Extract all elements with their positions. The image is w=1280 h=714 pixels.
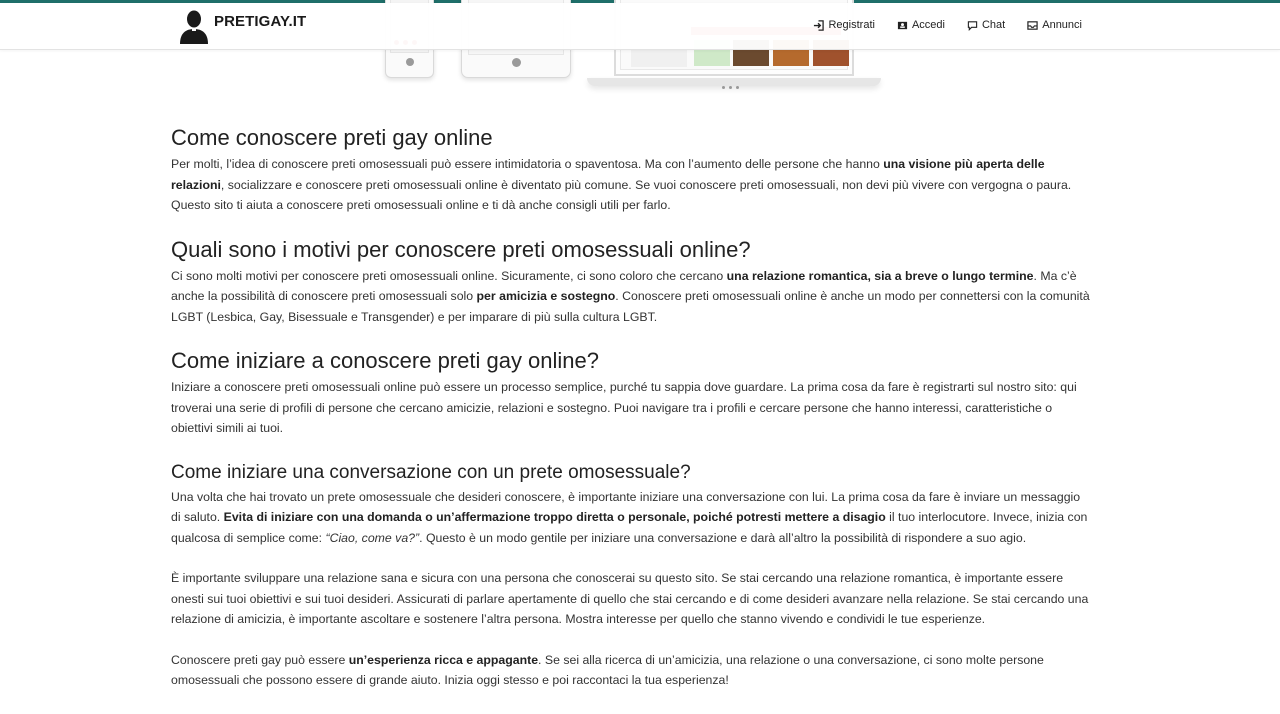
carousel-dots [722,86,739,89]
article-content: Come conoscere preti gay online Per molt… [171,124,1091,691]
nav-accedi[interactable]: Accedi [897,19,945,31]
inbox-icon [1027,20,1038,30]
priest-silhouette-icon [180,10,208,44]
nav-label: Chat [981,19,1006,31]
site-header: PRETIGAY.IT Registrati Accedi Chat Annun… [0,3,1280,50]
paragraph: Una volta che hai trovato un prete omose… [171,489,1088,545]
nav-label: Annunci [1042,19,1082,31]
nav-chat[interactable]: Chat [967,19,1005,31]
paragraph: Per molti, l’idea di conoscere preti omo… [171,157,1072,212]
paragraph: Conoscere preti gay può essere un’esperi… [171,652,1044,688]
paragraph: Iniziare a conoscere preti omosessuali o… [171,380,1077,435]
site-logo[interactable]: PRETIGAY.IT [178,8,306,44]
chat-bubble-icon [967,20,978,31]
section-title: Quali sono i motivi per conoscere preti … [171,236,751,262]
section-title: Come conoscere preti gay online [171,125,493,150]
user-card-icon [897,21,908,29]
section-title: Come iniziare una conversazione con un p… [171,461,691,483]
laptop-base [587,78,881,86]
paragraph: È importante sviluppare una relazione sa… [171,571,1089,626]
nav-annunci[interactable]: Annunci [1027,19,1082,31]
nav-label: Accedi [911,19,945,31]
section-title: Come iniziare a conoscere preti gay onli… [171,348,600,373]
logo-text: PRETIGAY.IT [214,12,307,30]
nav-registrati[interactable]: Registrati [813,19,875,31]
main-nav: Registrati Accedi Chat Annunci [813,19,1082,31]
paragraph: Ci sono molti motivi per conoscere preti… [171,268,1090,324]
sign-in-icon [814,19,825,31]
nav-label: Registrati [828,19,875,31]
